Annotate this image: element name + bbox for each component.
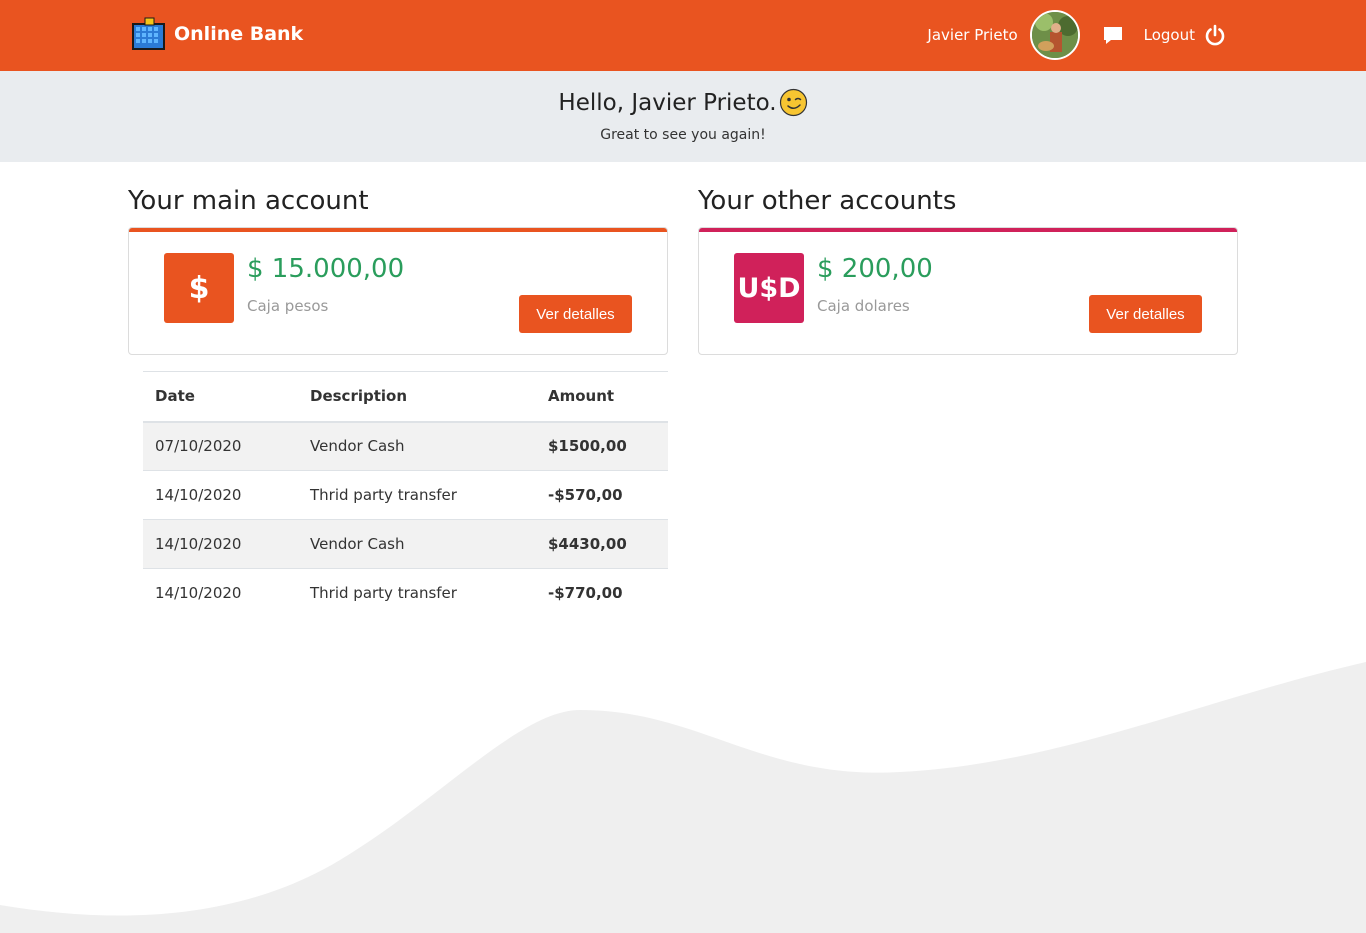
peso-icon: $ (164, 253, 234, 323)
other-account-amount: $ 200,00 (817, 254, 933, 284)
avatar[interactable] (1029, 10, 1080, 60)
transaction-amount: -$770,00 (536, 568, 668, 618)
transaction-description: Vendor Cash (298, 421, 536, 471)
avatar-image (1031, 12, 1078, 58)
main-account-card: $ $ 15.000,00 Caja pesos Ver detalles (128, 227, 668, 355)
column-header-date: Date (143, 371, 298, 423)
transaction-date: 14/10/2020 (143, 470, 298, 520)
brand-name: Online Bank (174, 23, 304, 45)
chat-icon[interactable] (1102, 24, 1124, 46)
other-account-card: U$D $ 200,00 Caja dolares Ver detalles (698, 227, 1238, 355)
other-accounts-heading: Your other accounts (698, 186, 957, 216)
main-account-details-button[interactable]: Ver detalles (519, 295, 632, 333)
table-row[interactable]: 07/10/2020 Vendor Cash $1500,00 (143, 421, 668, 471)
transaction-amount: $1500,00 (536, 421, 668, 471)
transaction-description: Thrid party transfer (298, 568, 536, 618)
table-row[interactable]: 14/10/2020 Vendor Cash $4430,00 (143, 519, 668, 569)
background-wave (0, 662, 1366, 933)
dollar-icon: U$D (734, 253, 804, 323)
other-account-details-button[interactable]: Ver detalles (1089, 295, 1202, 333)
card-accent (129, 228, 667, 232)
table-header-row: Date Description Amount (143, 371, 668, 423)
logout-label: Logout (1143, 26, 1195, 44)
transaction-description: Thrid party transfer (298, 470, 536, 520)
transaction-date: 07/10/2020 (143, 421, 298, 471)
bank-logo-icon (132, 17, 165, 50)
greeting-text: Hello, Javier Prieto. (558, 89, 777, 116)
main-account-amount: $ 15.000,00 (247, 254, 405, 284)
column-header-amount: Amount (536, 371, 668, 423)
card-accent (699, 228, 1237, 232)
column-header-description: Description (298, 371, 536, 423)
transaction-description: Vendor Cash (298, 519, 536, 569)
transaction-amount: -$570,00 (536, 470, 668, 520)
nav-right: Javier Prieto Logout (927, 10, 1226, 60)
greeting-subtitle: Great to see you again! (600, 127, 766, 143)
table-row[interactable]: 14/10/2020 Thrid party transfer -$570,00 (143, 470, 668, 520)
logout-button[interactable]: Logout (1144, 24, 1226, 46)
transaction-date: 14/10/2020 (143, 568, 298, 618)
greeting-banner: Hello, Javier Prieto. Great to see you a… (0, 71, 1366, 162)
transaction-amount: $4430,00 (536, 519, 668, 569)
power-icon (1205, 24, 1225, 46)
transaction-date: 14/10/2020 (143, 519, 298, 569)
table-row[interactable]: 14/10/2020 Thrid party transfer -$770,00 (143, 568, 668, 618)
main-account-heading: Your main account (128, 186, 369, 216)
main-account-name: Caja pesos (247, 297, 329, 315)
other-account-name: Caja dolares (817, 297, 910, 315)
wink-emoji-icon (779, 88, 807, 117)
transactions-table: Date Description Amount 07/10/2020 Vendo… (143, 371, 668, 618)
greeting-title: Hello, Javier Prieto. (558, 88, 807, 117)
brand[interactable]: Online Bank (131, 17, 303, 51)
top-navbar: Online Bank Javier Prieto Logout (0, 0, 1366, 71)
user-name[interactable]: Javier Prieto (927, 26, 1017, 44)
